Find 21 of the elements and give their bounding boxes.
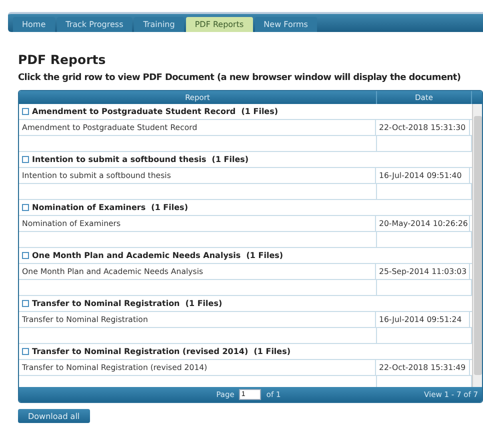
- collapse-icon[interactable]: [22, 204, 29, 211]
- tab[interactable]: New Forms: [254, 17, 317, 32]
- collapse-icon[interactable]: [22, 348, 29, 355]
- group-title[interactable]: Transfer to Nominal Registration (1 Files): [32, 299, 222, 308]
- group-title[interactable]: Amendment to Postgraduate Student Record (1 Files): [32, 107, 278, 116]
- tab[interactable]: Home: [13, 17, 55, 32]
- instruction-text: Click the grid row to view PDF Document (a new browser window will display the document): [18, 73, 461, 83]
- scrollbar[interactable]: [472, 104, 482, 387]
- group-title[interactable]: One Month Plan and Academic Needs Analysis (1 Files): [32, 251, 284, 260]
- collapse-icon[interactable]: [22, 252, 29, 259]
- tab[interactable]: Track Progress: [56, 17, 132, 32]
- collapse-icon[interactable]: [22, 156, 29, 163]
- page-title: PDF Reports: [18, 52, 107, 67]
- group-title[interactable]: Intention to submit a softbound thesis (1 Files): [32, 155, 249, 164]
- download-all-button[interactable]: Download all: [18, 409, 90, 423]
- collapse-icon[interactable]: [22, 108, 29, 115]
- collapse-icon[interactable]: [22, 300, 29, 307]
- tab[interactable]: PDF Reports: [186, 17, 253, 32]
- tab[interactable]: Training: [134, 17, 184, 32]
- group-title[interactable]: Transfer to Nominal Registration (revised 2014) (1 Files): [32, 347, 291, 356]
- group-title[interactable]: Nomination of Examiners (1 Files): [32, 203, 188, 212]
